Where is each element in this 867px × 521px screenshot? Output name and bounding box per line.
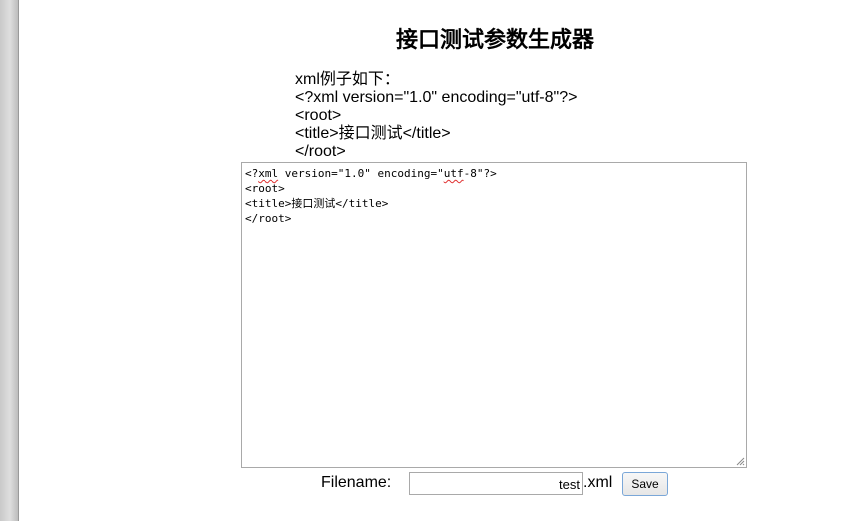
editor-line: <title>接口测试</title> <box>245 197 389 210</box>
spellcheck-word: xml <box>258 167 279 180</box>
xml-example-line: <?xml version="1.0" encoding="utf-8"?> <box>295 89 578 106</box>
page-title: 接口测试参数生成器 <box>395 28 594 53</box>
spellcheck-word: utf <box>443 167 464 180</box>
xml-example-line: <title>接口测试</title> <box>295 125 451 142</box>
editor-line: <?xml version="1.0" encoding="utf-8"?> <box>245 167 497 180</box>
left-window-edge <box>0 0 19 521</box>
filename-label: Filename: <box>321 474 392 491</box>
editor-line: </root> <box>245 212 292 225</box>
save-button[interactable]: Save <box>622 472 668 496</box>
file-extension-label: .xml <box>583 474 613 491</box>
xml-example: xml例子如下： <?xml version="1.0" encoding="u… <box>295 71 577 161</box>
filename-input[interactable]: test <box>409 472 583 495</box>
xml-example-line: <root> <box>295 107 342 124</box>
editor-line: <root> <box>245 182 285 195</box>
resize-grip-icon[interactable] <box>736 457 745 466</box>
xml-content-textarea[interactable]: <?xml version="1.0" encoding="utf-8"?> <… <box>241 162 747 468</box>
xml-example-intro: xml例子如下： <box>295 71 400 88</box>
xml-example-line: </root> <box>295 143 346 160</box>
